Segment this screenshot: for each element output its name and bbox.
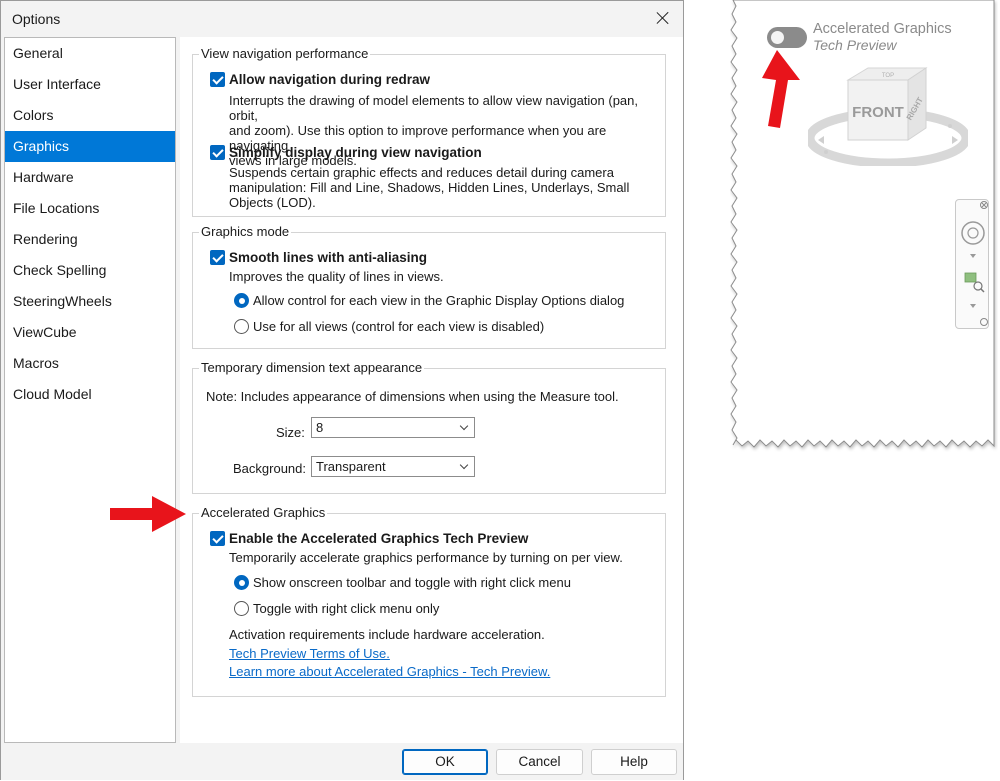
nav-item-hardware[interactable]: Hardware bbox=[5, 162, 175, 193]
nav-item-file-locations[interactable]: File Locations bbox=[5, 193, 175, 224]
dialog-footer: OK Cancel Help bbox=[1, 743, 683, 780]
measure-note: Note: Includes appearance of dimensions … bbox=[206, 389, 619, 404]
nav-item-check-spelling[interactable]: Check Spelling bbox=[5, 255, 175, 286]
activation-requirements: Activation requirements include hardware… bbox=[229, 627, 545, 642]
options-icon[interactable] bbox=[980, 318, 988, 326]
per-view-control-label: Allow control for each view in the Graph… bbox=[253, 293, 625, 308]
group-title: Graphics mode bbox=[199, 224, 292, 239]
simplify-display-label: Simplify display during view navigation bbox=[229, 145, 482, 160]
nav-item-rendering[interactable]: Rendering bbox=[5, 224, 175, 255]
right-click-only-radio[interactable] bbox=[234, 601, 249, 616]
size-select[interactable]: 8 bbox=[311, 417, 475, 438]
red-arrow-icon bbox=[110, 496, 186, 532]
navigation-bar bbox=[955, 199, 989, 329]
chevron-down-icon bbox=[459, 460, 469, 470]
enable-tech-preview-label: Enable the Accelerated Graphics Tech Pre… bbox=[229, 531, 529, 546]
enable-tech-preview-desc: Temporarily accelerate graphics performa… bbox=[229, 550, 623, 565]
allow-navigation-label: Allow navigation during redraw bbox=[229, 72, 431, 87]
viewcube[interactable]: FRONT RIGHT TOP bbox=[808, 66, 968, 166]
viewcube-top-label: TOP bbox=[882, 73, 894, 79]
red-arrow-icon bbox=[762, 50, 800, 128]
close-icon[interactable] bbox=[651, 7, 675, 29]
options-dialog: Options General User Interface Colors Gr… bbox=[0, 0, 684, 780]
group-title: Temporary dimension text appearance bbox=[199, 360, 425, 375]
nav-item-steeringwheels[interactable]: SteeringWheels bbox=[5, 286, 175, 317]
temp-dimension-group: Temporary dimension text appearance Note… bbox=[192, 360, 666, 494]
chevron-down-icon bbox=[459, 421, 469, 431]
onscreen-toolbar-radio[interactable] bbox=[234, 575, 249, 590]
nav-item-cloud-model[interactable]: Cloud Model bbox=[5, 379, 175, 410]
anti-aliasing-desc: Improves the quality of lines in views. bbox=[229, 269, 444, 284]
navigation-bar-icons bbox=[961, 201, 988, 326]
cancel-button[interactable]: Cancel bbox=[496, 749, 583, 775]
chevron-down-icon[interactable] bbox=[970, 304, 976, 308]
simplify-display-checkbox[interactable] bbox=[210, 145, 225, 160]
anti-aliasing-label: Smooth lines with anti-aliasing bbox=[229, 250, 428, 265]
accelerated-graphics-group: Accelerated Graphics Enable the Accelera… bbox=[192, 505, 666, 697]
accelerated-graphics-label: Accelerated Graphics bbox=[813, 21, 952, 37]
size-value: 8 bbox=[316, 420, 324, 435]
title-bar: Options bbox=[1, 1, 683, 35]
nav-item-general[interactable]: General bbox=[5, 38, 175, 69]
nav-item-viewcube[interactable]: ViewCube bbox=[5, 317, 175, 348]
tech-preview-label: Tech Preview bbox=[813, 37, 897, 53]
zoom-icon[interactable] bbox=[964, 272, 977, 283]
background-value: Transparent bbox=[316, 459, 386, 474]
group-title: View navigation performance bbox=[199, 46, 371, 61]
allow-navigation-checkbox[interactable] bbox=[210, 72, 225, 87]
graphics-settings-panel: View navigation performance Allow naviga… bbox=[180, 37, 683, 743]
learn-more-link[interactable]: Learn more about Accelerated Graphics - … bbox=[229, 664, 550, 679]
dialog-title: Options bbox=[12, 11, 61, 27]
size-label: Size: bbox=[276, 425, 305, 440]
viewcube-front-label: FRONT bbox=[852, 104, 904, 121]
chevron-down-icon[interactable] bbox=[970, 254, 976, 258]
group-title: Accelerated Graphics bbox=[199, 505, 328, 520]
onscreen-toolbar-label: Show onscreen toolbar and toggle with ri… bbox=[253, 575, 571, 590]
help-button[interactable]: Help bbox=[591, 749, 677, 775]
right-click-only-label: Toggle with right click menu only bbox=[253, 601, 440, 616]
enable-tech-preview-checkbox[interactable] bbox=[210, 531, 225, 546]
options-nav: General User Interface Colors Graphics H… bbox=[4, 37, 176, 743]
all-views-radio[interactable] bbox=[234, 319, 249, 334]
view-navigation-group: View navigation performance Allow naviga… bbox=[192, 46, 666, 217]
nav-item-macros[interactable]: Macros bbox=[5, 348, 175, 379]
nav-item-graphics[interactable]: Graphics bbox=[5, 131, 175, 162]
graphics-mode-group: Graphics mode Smooth lines with anti-ali… bbox=[192, 224, 666, 349]
anti-aliasing-checkbox[interactable] bbox=[210, 250, 225, 265]
accelerated-graphics-toggle[interactable] bbox=[767, 27, 807, 48]
simplify-display-desc: Suspends certain graphic effects and red… bbox=[229, 165, 630, 210]
steering-wheel-icon[interactable] bbox=[961, 221, 985, 245]
terms-of-use-link[interactable]: Tech Preview Terms of Use. bbox=[229, 646, 390, 661]
all-views-label: Use for all views (control for each view… bbox=[253, 319, 545, 334]
background-select[interactable]: Transparent bbox=[311, 456, 475, 477]
nav-item-user-interface[interactable]: User Interface bbox=[5, 69, 175, 100]
background-label: Background: bbox=[233, 461, 306, 476]
nav-item-colors[interactable]: Colors bbox=[5, 100, 175, 131]
ok-button[interactable]: OK bbox=[402, 749, 488, 775]
per-view-control-radio[interactable] bbox=[234, 293, 249, 308]
